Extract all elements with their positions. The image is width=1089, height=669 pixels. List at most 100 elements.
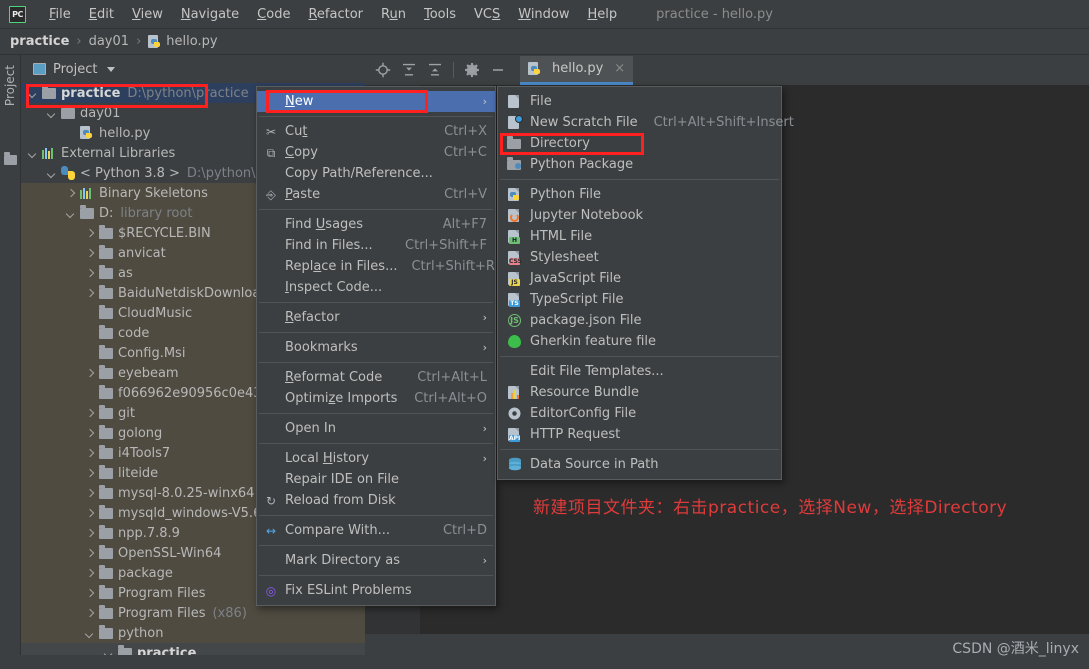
context-menu-item-local-history[interactable]: Local History › bbox=[257, 448, 495, 469]
new-submenu-item-javascript-file[interactable]: JS JavaScript File bbox=[498, 268, 781, 289]
menu-edit[interactable]: Edit bbox=[80, 4, 123, 25]
tree-row-label: npp.7.8.9 bbox=[118, 525, 180, 541]
new-submenu-item-resource-bundle[interactable]: Resource Bundle bbox=[498, 382, 781, 403]
context-menu-item-label: Refactor bbox=[285, 310, 340, 325]
menu-code[interactable]: Code bbox=[248, 4, 299, 25]
tree-row-label: i4Tools7 bbox=[118, 445, 171, 461]
chevron-down-icon[interactable] bbox=[29, 89, 38, 98]
chevron-right-icon[interactable] bbox=[86, 589, 95, 598]
new-submenu-item-jupyter-notebook[interactable]: Jupyter Notebook bbox=[498, 205, 781, 226]
chevron-right-icon[interactable] bbox=[86, 289, 95, 298]
menu-window[interactable]: Window bbox=[509, 4, 578, 25]
context-menu-item-inspect-code[interactable]: Inspect Code... bbox=[257, 277, 495, 298]
tree-row[interactable]: Program Files (x86) bbox=[21, 603, 365, 623]
chevron-down-icon[interactable] bbox=[48, 169, 57, 178]
menu-help[interactable]: Help bbox=[579, 4, 627, 25]
new-submenu-item-directory[interactable]: Directory bbox=[498, 133, 781, 154]
menu-separator bbox=[500, 356, 779, 357]
breadcrumb-item-file[interactable]: hello.py bbox=[166, 34, 217, 49]
new-submenu-item-file[interactable]: File bbox=[498, 91, 781, 112]
ts-file-icon: TS bbox=[506, 292, 524, 307]
chevron-down-icon[interactable] bbox=[48, 109, 57, 118]
chevron-down-icon[interactable] bbox=[107, 66, 116, 72]
editor-tab-hello-py[interactable]: hello.py × bbox=[520, 55, 634, 85]
menu-run[interactable]: Run bbox=[372, 4, 415, 25]
menu-navigate[interactable]: Navigate bbox=[172, 4, 248, 25]
chevron-right-icon[interactable] bbox=[86, 409, 95, 418]
new-submenu[interactable]: File New Scratch File Ctrl+Alt+Shift+Inser… bbox=[497, 86, 794, 480]
breadcrumb-item-folder[interactable]: day01 bbox=[89, 34, 129, 49]
new-submenu-item-html-file[interactable]: H HTML File bbox=[498, 226, 781, 247]
context-menu[interactable]: New › ✂ Cut Ctrl+X ⧉ Copy Ctrl+C Copy Path/Refer… bbox=[256, 86, 496, 606]
chevron-right-icon[interactable] bbox=[86, 249, 95, 258]
new-submenu-item-stylesheet[interactable]: CSS Stylesheet bbox=[498, 247, 781, 268]
chevron-right-icon[interactable] bbox=[86, 609, 95, 618]
new-submenu-item-python-package[interactable]: Python Package bbox=[498, 154, 781, 175]
new-submenu-item-typescript-file[interactable]: TS TypeScript File bbox=[498, 289, 781, 310]
new-submenu-item-package-json-file[interactable]: JS package.json File bbox=[498, 310, 781, 331]
new-submenu-item-gherkin-feature-file[interactable]: Gherkin feature file bbox=[498, 331, 781, 352]
menu-view[interactable]: View bbox=[123, 4, 172, 25]
tree-row-label: Binary Skeletons bbox=[99, 185, 208, 201]
menu-vcs[interactable]: VCS bbox=[465, 4, 509, 25]
new-submenu-item-label: JavaScript File bbox=[530, 271, 622, 286]
chevron-right-icon[interactable] bbox=[86, 469, 95, 478]
tree-row[interactable]: python bbox=[21, 623, 365, 643]
chevron-right-icon[interactable] bbox=[86, 489, 95, 498]
context-menu-item-refactor[interactable]: Refactor › bbox=[257, 307, 495, 328]
python-file-icon bbox=[80, 126, 94, 140]
expand-all-icon[interactable] bbox=[401, 62, 417, 78]
chevron-right-icon[interactable] bbox=[86, 229, 95, 238]
context-menu-item-copy-path-reference[interactable]: Copy Path/Reference... bbox=[257, 163, 495, 184]
new-submenu-item-data-source-in-path[interactable]: Data Source in Path bbox=[498, 454, 781, 475]
context-menu-item-paste[interactable]: ⎆ Paste Ctrl+V bbox=[257, 184, 495, 205]
close-icon[interactable]: × bbox=[614, 61, 625, 76]
new-submenu-item-edit-file-templates[interactable]: Edit File Templates... bbox=[498, 361, 781, 382]
menu-tools[interactable]: Tools bbox=[415, 4, 465, 25]
menu-file[interactable]: File bbox=[40, 4, 80, 25]
folder-icon[interactable] bbox=[4, 152, 17, 165]
chevron-down-icon[interactable] bbox=[67, 209, 76, 218]
chevron-right-icon[interactable] bbox=[86, 509, 95, 518]
chevron-right-icon[interactable] bbox=[86, 449, 95, 458]
context-menu-item-bookmarks[interactable]: Bookmarks › bbox=[257, 337, 495, 358]
context-menu-item-cut[interactable]: ✂ Cut Ctrl+X bbox=[257, 121, 495, 142]
context-menu-item-replace-in-files[interactable]: Replace in Files... Ctrl+Shift+R bbox=[257, 256, 495, 277]
chevron-down-icon[interactable] bbox=[86, 629, 95, 638]
context-menu-item-mark-directory-as[interactable]: Mark Directory as › bbox=[257, 550, 495, 571]
eslint-icon: ◎ bbox=[265, 583, 277, 598]
chevron-right-icon[interactable] bbox=[86, 429, 95, 438]
chevron-right-icon[interactable] bbox=[86, 369, 95, 378]
breadcrumb-item-project[interactable]: practice bbox=[10, 34, 69, 49]
context-menu-item-open-in[interactable]: Open In › bbox=[257, 418, 495, 439]
collapse-all-icon[interactable] bbox=[427, 62, 443, 78]
pycharm-logo-icon: PC bbox=[9, 5, 26, 23]
chevron-right-icon[interactable] bbox=[86, 269, 95, 278]
context-menu-item-reload-from-disk[interactable]: ↻ Reload from Disk bbox=[257, 490, 495, 511]
menu-refactor[interactable]: Refactor bbox=[299, 4, 372, 25]
editor-vertical-scrollbar[interactable] bbox=[1077, 85, 1089, 634]
chevron-right-icon[interactable] bbox=[67, 189, 76, 198]
locate-icon[interactable] bbox=[375, 62, 391, 78]
new-submenu-item-python-file[interactable]: Python File bbox=[498, 184, 781, 205]
context-menu-item-fix-eslint-problems[interactable]: ◎ Fix ESLint Problems bbox=[257, 580, 495, 601]
context-menu-item-reformat-code[interactable]: Reformat Code Ctrl+Alt+L bbox=[257, 367, 495, 388]
context-menu-item-find-in-files[interactable]: Find in Files... Ctrl+Shift+F bbox=[257, 235, 495, 256]
tool-window-button-project[interactable]: Project bbox=[3, 65, 17, 106]
hide-icon[interactable] bbox=[490, 62, 506, 78]
context-menu-item-optimize-imports[interactable]: Optimize Imports Ctrl+Alt+O bbox=[257, 388, 495, 409]
chevron-right-icon[interactable] bbox=[86, 529, 95, 538]
chevron-right-icon[interactable] bbox=[86, 569, 95, 578]
menu-separator bbox=[259, 443, 493, 444]
context-menu-item-find-usages[interactable]: Find Usages Alt+F7 bbox=[257, 214, 495, 235]
context-menu-item-compare-with[interactable]: ↔ Compare With... Ctrl+D bbox=[257, 520, 495, 541]
chevron-right-icon[interactable] bbox=[86, 549, 95, 558]
chevron-down-icon[interactable] bbox=[29, 149, 38, 158]
context-menu-item-repair-ide-on-file[interactable]: Repair IDE on File bbox=[257, 469, 495, 490]
context-menu-item-new[interactable]: New › bbox=[257, 91, 495, 112]
new-submenu-item-new-scratch-file[interactable]: New Scratch File Ctrl+Alt+Shift+Insert bbox=[498, 112, 794, 133]
settings-gear-icon[interactable] bbox=[464, 62, 480, 78]
new-submenu-item-http-request[interactable]: API HTTP Request bbox=[498, 424, 781, 445]
new-submenu-item-editorconfig-file[interactable]: EditorConfig File bbox=[498, 403, 781, 424]
context-menu-item-copy[interactable]: ⧉ Copy Ctrl+C bbox=[257, 142, 495, 163]
